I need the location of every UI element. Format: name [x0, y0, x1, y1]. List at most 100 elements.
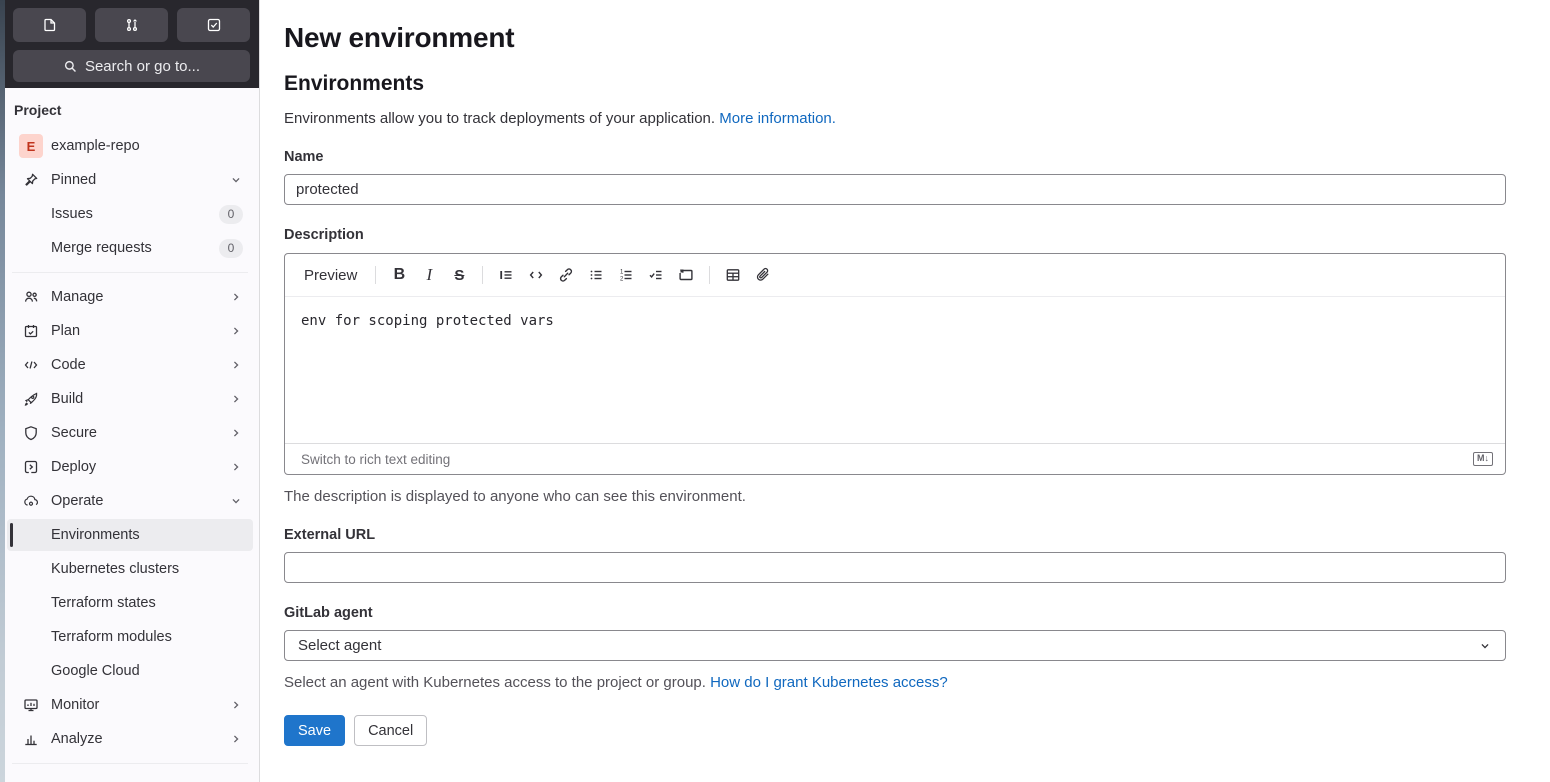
sidebar-item-environments[interactable]: Environments: [7, 519, 253, 551]
external-url-label: External URL: [284, 527, 376, 543]
main-content: New environment Environments Environment…: [260, 0, 1550, 782]
todo-shortcut-button[interactable]: [177, 8, 250, 42]
sidebar-item-issues[interactable]: Issues 0: [7, 198, 253, 230]
sidebar-item-terraform-modules[interactable]: Terraform modules: [7, 621, 253, 653]
italic-button[interactable]: I: [415, 261, 443, 289]
bold-button[interactable]: B: [385, 261, 413, 289]
cloud-gear-icon: [23, 493, 39, 509]
super-sidebar: Search or go to... Project E example-rep…: [0, 0, 260, 782]
quote-button[interactable]: [492, 261, 520, 289]
merge-requests-shortcut-button[interactable]: [95, 8, 168, 42]
search-icon: [63, 59, 78, 74]
search-placeholder: Search or go to...: [84, 57, 201, 75]
selected-agent-value: Select agent: [298, 637, 382, 654]
sidebar-item-pinned[interactable]: Pinned: [7, 164, 253, 196]
toolbar-separator: [375, 266, 377, 284]
window-edge: [0, 0, 5, 782]
pin-icon: [23, 172, 39, 188]
search-input[interactable]: Search or go to...: [13, 50, 250, 82]
chevron-right-icon: [229, 698, 243, 712]
name-input[interactable]: [284, 174, 1506, 205]
sidebar-item-code[interactable]: Code: [7, 349, 253, 381]
description-textarea[interactable]: env for scoping protected vars: [285, 297, 1505, 443]
collapsible-section-icon: [678, 267, 694, 283]
sidebar-item-label: Kubernetes clusters: [51, 561, 180, 577]
active-indicator: [10, 523, 13, 547]
external-url-input[interactable]: [284, 552, 1506, 583]
task-list-icon: [648, 267, 664, 283]
chevron-right-icon: [229, 460, 243, 474]
sidebar-item-label: Issues: [51, 206, 93, 222]
sidebar-item-manage[interactable]: Manage: [7, 281, 253, 313]
gitlab-agent-label: GitLab agent: [284, 605, 373, 621]
merge-request-icon: [124, 17, 140, 33]
sidebar-item-plan[interactable]: Plan: [7, 315, 253, 347]
sidebar-item-merge-requests[interactable]: Merge requests 0: [7, 232, 253, 264]
numbered-list-icon: 1 2: [618, 267, 634, 283]
agent-help-text: Select an agent with Kubernetes access t…: [284, 674, 1506, 691]
attach-file-button[interactable]: [749, 261, 777, 289]
sidebar-item-label: Secure: [51, 425, 97, 441]
sidebar-item-operate[interactable]: Operate: [7, 485, 253, 517]
issues-count-badge: 0: [219, 204, 243, 224]
sidebar-item-monitor[interactable]: Monitor: [7, 689, 253, 721]
svg-text:1: 1: [620, 270, 624, 276]
task-list-button[interactable]: [642, 261, 670, 289]
sidebar-item-analyze[interactable]: Analyze: [7, 723, 253, 755]
name-label: Name: [284, 149, 324, 165]
sidebar-item-label: Deploy: [51, 459, 97, 475]
table-icon: [725, 267, 741, 283]
sidebar-item-label: Environments: [51, 527, 140, 543]
sidebar-item-label: Manage: [51, 289, 104, 305]
sidebar-item-kubernetes-clusters[interactable]: Kubernetes clusters: [7, 553, 253, 585]
toolbar-separator: [709, 266, 711, 284]
chevron-right-icon: [229, 358, 243, 372]
quote-icon: [498, 267, 514, 283]
chevron-right-icon: [229, 392, 243, 406]
sidebar-item-build[interactable]: Build: [7, 383, 253, 415]
project-item[interactable]: E example-repo: [7, 130, 253, 162]
sidebar-item-terraform-states[interactable]: Terraform states: [7, 587, 253, 619]
kubernetes-access-link[interactable]: How do I grant Kubernetes access?: [710, 674, 948, 691]
markdown-toolbar: Preview B I S 1 2: [285, 254, 1505, 297]
cancel-button[interactable]: Cancel: [354, 715, 428, 746]
chevron-right-icon: [229, 324, 243, 338]
project-name: example-repo: [51, 138, 140, 154]
bullet-list-button[interactable]: [582, 261, 610, 289]
issues-shortcut-button[interactable]: [13, 8, 86, 42]
sidebar-item-label: Terraform states: [51, 595, 156, 611]
sidebar-item-label: Monitor: [51, 697, 100, 713]
chevron-right-icon: [229, 290, 243, 304]
deploy-icon: [23, 459, 39, 475]
project-avatar: E: [19, 134, 43, 158]
markdown-icon[interactable]: M↓: [1473, 452, 1493, 466]
sidebar-item-secure[interactable]: Secure: [7, 417, 253, 449]
more-information-link[interactable]: More information.: [719, 110, 836, 127]
sidebar-item-label: Pinned: [51, 172, 97, 188]
save-button[interactable]: Save: [284, 715, 346, 746]
toolbar-separator: [482, 266, 484, 284]
chevron-down-icon: [229, 494, 243, 508]
table-button[interactable]: [719, 261, 747, 289]
section-title: Environments: [284, 72, 425, 95]
switch-rich-text-link[interactable]: Switch to rich text editing: [301, 452, 450, 467]
numbered-list-button[interactable]: 1 2: [612, 261, 640, 289]
collapsible-section-button[interactable]: [672, 261, 700, 289]
sidebar-item-label: Google Cloud: [51, 663, 140, 679]
sidebar-item-google-cloud[interactable]: Google Cloud: [7, 655, 253, 687]
code-button[interactable]: [522, 261, 550, 289]
code-icon: [23, 357, 39, 373]
chevron-right-icon: [229, 732, 243, 746]
gitlab-agent-select[interactable]: Select agent: [284, 630, 1506, 661]
sidebar-item-label: Terraform modules: [51, 629, 172, 645]
strikethrough-button[interactable]: S: [445, 261, 473, 289]
sidebar-divider: [12, 763, 248, 764]
sidebar-divider: [12, 272, 248, 273]
chevron-right-icon: [229, 426, 243, 440]
todo-icon: [206, 17, 222, 33]
preview-button[interactable]: Preview: [295, 261, 366, 289]
sidebar-item-deploy[interactable]: Deploy: [7, 451, 253, 483]
description-help-text: The description is displayed to anyone w…: [284, 488, 746, 505]
monitor-icon: [23, 697, 39, 713]
link-button[interactable]: [552, 261, 580, 289]
